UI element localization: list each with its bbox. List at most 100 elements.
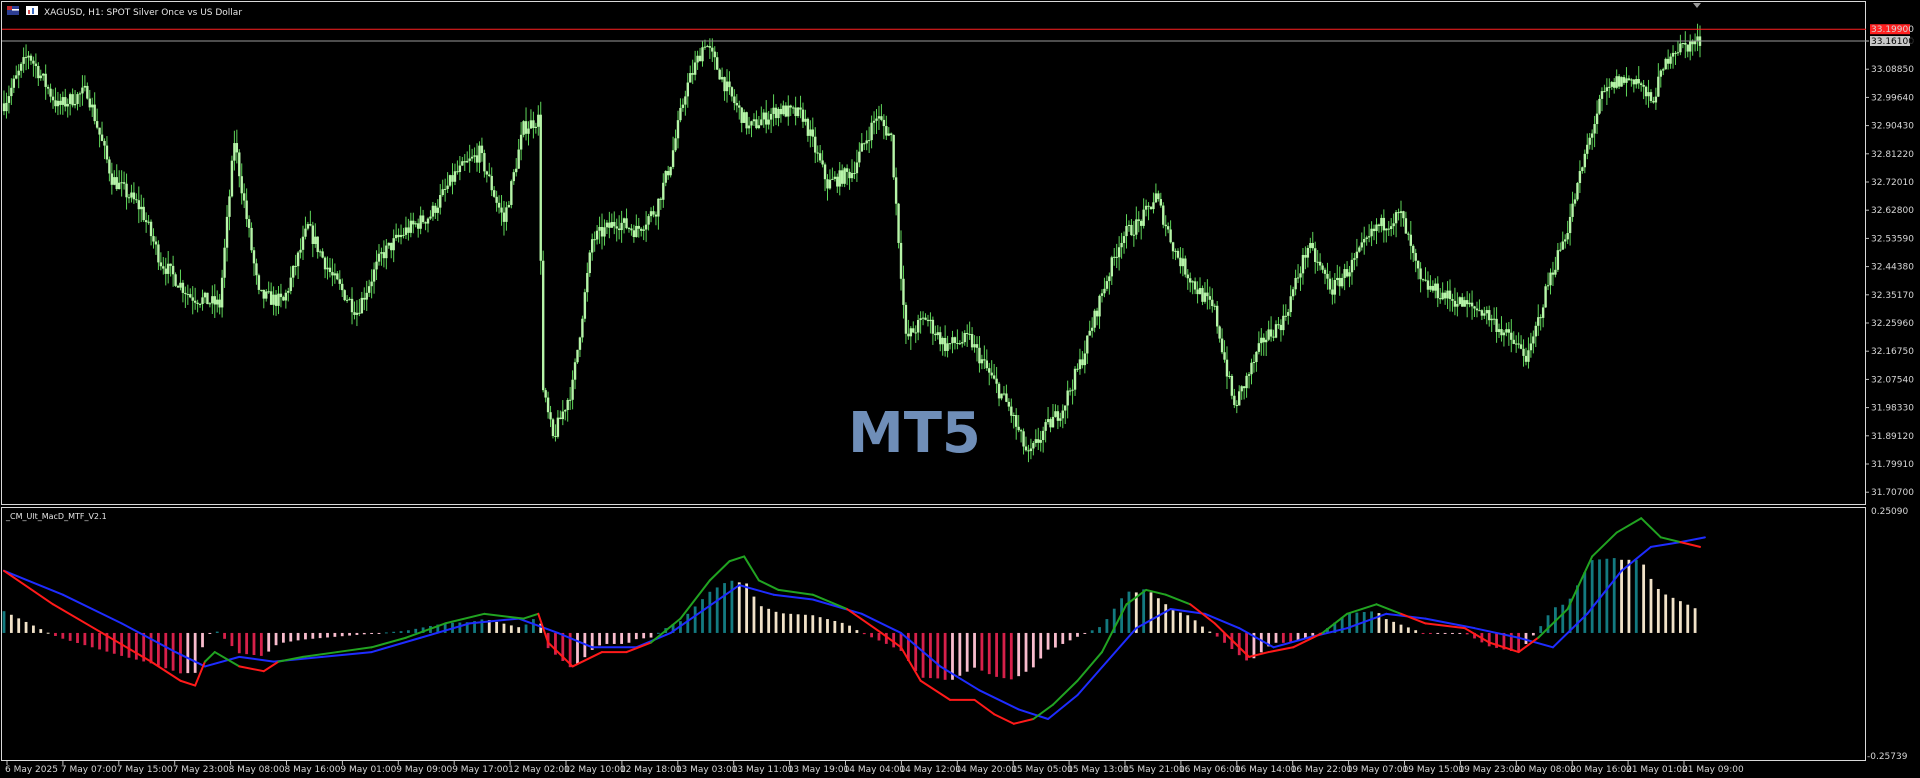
histogram-bar: [1237, 632, 1241, 656]
candle-body: [1434, 283, 1437, 291]
candle-body: [1176, 250, 1180, 258]
candle-body: [1468, 302, 1471, 305]
time-axis-label: 6 May 2025: [5, 765, 58, 775]
candle-body: [218, 299, 221, 308]
candle-body: [581, 318, 584, 338]
histogram-bar: [980, 632, 984, 671]
candle-body: [24, 57, 28, 59]
histogram-bar: [627, 632, 631, 643]
candle-body: [282, 297, 285, 301]
candle-body: [1358, 247, 1361, 252]
histogram-bar: [1017, 632, 1021, 677]
candle-body: [573, 362, 577, 380]
candle-body: [1152, 202, 1155, 210]
histogram-bar: [1634, 559, 1638, 633]
candle-body: [1644, 86, 1648, 97]
histogram-bar: [304, 632, 307, 640]
histogram-bar: [1436, 632, 1440, 634]
candle-body: [363, 297, 366, 300]
candle-body: [926, 319, 930, 322]
candle-body: [95, 121, 99, 128]
candle-body: [1086, 335, 1089, 354]
histogram-bar: [112, 632, 116, 654]
candle-body: [691, 73, 694, 75]
candle-body: [524, 121, 528, 134]
candle-body: [1071, 389, 1074, 391]
candle-body: [752, 119, 756, 122]
candle-body: [642, 229, 645, 231]
candle-body: [838, 170, 841, 187]
candle-body: [1662, 69, 1665, 71]
candle-body: [1105, 281, 1109, 289]
candle-body: [713, 51, 716, 58]
candle-body: [1517, 343, 1520, 345]
candle-body: [196, 302, 199, 304]
candle-body: [716, 57, 719, 70]
candle-body: [659, 198, 663, 200]
candle-body: [1453, 300, 1457, 307]
candle-body: [341, 283, 344, 291]
time-axis-label: 14 May 12:00: [899, 765, 961, 775]
candle-body: [711, 47, 714, 52]
candle-body: [1005, 393, 1008, 402]
candle-body: [676, 120, 680, 139]
candle-body: [1122, 236, 1126, 243]
candle-body: [458, 165, 462, 173]
candle-body: [179, 282, 182, 288]
candle-body: [1088, 330, 1091, 336]
candle-body: [1441, 292, 1444, 300]
candle-body: [1318, 261, 1322, 266]
candle-body: [260, 289, 263, 291]
candle-body: [978, 347, 981, 364]
candle-body: [1235, 405, 1238, 407]
histogram-bar: [1487, 632, 1491, 647]
candle-body: [1304, 254, 1307, 258]
candle-body: [684, 96, 687, 105]
candle-body: [1247, 374, 1251, 376]
histogram-bar: [1348, 613, 1351, 633]
candle-body: [534, 126, 538, 128]
histogram-bar: [348, 632, 351, 636]
candle-body: [652, 211, 655, 215]
candle-body: [1291, 289, 1295, 297]
histogram-bar: [83, 632, 87, 646]
time-axis-label: 12 May 10:00: [564, 765, 626, 775]
candle-body: [907, 333, 910, 337]
candle-body: [1208, 296, 1212, 300]
candle-body: [1502, 332, 1506, 336]
candle-body: [463, 161, 466, 163]
price-axis-label: 31.79910: [1871, 460, 1914, 470]
candle-body: [828, 179, 832, 189]
candle-body: [1113, 256, 1116, 258]
candle-body: [1090, 327, 1094, 331]
histogram-bar: [1649, 578, 1653, 633]
candle-body: [316, 236, 319, 253]
red-line-price-label: 33.19900: [1871, 25, 1914, 35]
candle-body: [1654, 96, 1658, 103]
histogram-bar: [458, 622, 462, 633]
candle-body: [1032, 442, 1035, 449]
candle-body: [1377, 224, 1381, 227]
candle-body: [292, 265, 295, 278]
trading-chart[interactable]: XAGUSD, H1: SPOT Silver Once vs US Dolla…: [0, 0, 1920, 778]
candle-body: [480, 145, 484, 154]
histogram-bar: [1627, 559, 1631, 633]
candle-body: [617, 228, 621, 231]
candle-body: [7, 96, 11, 103]
candle-body: [262, 289, 265, 299]
histogram-bar: [340, 632, 344, 637]
histogram-bar: [1671, 597, 1675, 633]
candle-body: [620, 222, 623, 231]
histogram-bar: [1399, 624, 1403, 633]
histogram-bar: [1274, 632, 1278, 643]
histogram-bar: [2, 611, 6, 633]
candle-body: [73, 103, 77, 106]
candle-body: [1485, 310, 1488, 314]
histogram-bar: [333, 632, 337, 637]
candle-body: [505, 207, 508, 222]
candle-body: [836, 176, 839, 187]
candle-body: [1186, 274, 1189, 279]
price-axis-label: 32.99640: [1871, 93, 1914, 103]
candle-body: [120, 182, 123, 184]
candle-body: [419, 215, 422, 229]
